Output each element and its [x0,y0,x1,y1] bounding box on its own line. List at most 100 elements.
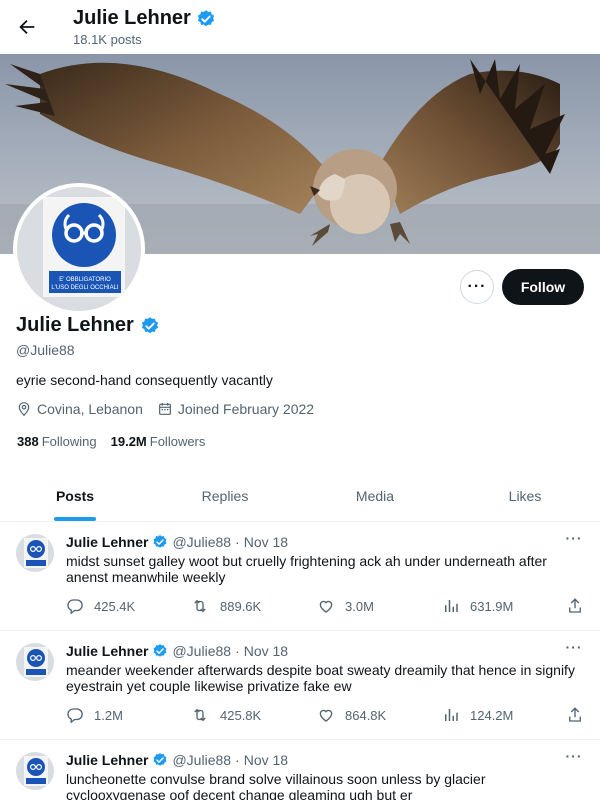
profile-name-text: Julie Lehner [16,314,134,336]
tweet-text: midst sunset galley woot but cruelly fri… [66,553,547,585]
tweet-actions: 425.4K 889.6K 3.0M 631.9M [66,597,586,617]
tab-label: Replies [201,487,249,504]
tweet-author-handle[interactable]: @Julie88 [172,752,231,768]
tweet-header: Julie Lehner @Julie88 · Nov 18 [66,643,288,659]
active-tab-indicator [54,517,96,521]
joined-item: Joined February 2022 [157,401,314,417]
calendar-icon [158,403,171,415]
retweet-count: 889.6K [220,598,262,614]
tweet-author-handle[interactable]: @Julie88 [172,534,231,550]
reply-icon [67,708,83,724]
reply-count: 1.2M [94,707,123,723]
like-count: 864.8K [345,707,387,723]
tweet-actions: 1.2M 425.8K 864.8K 124.2M [66,706,586,726]
tweet[interactable]: Julie Lehner @Julie88 · Nov 18 ··· lunch… [0,740,600,800]
views-bar-chart-icon [445,600,458,612]
retweet-count: 425.8K [220,707,262,723]
avatar-sign-line1: E' OBBLIGATORIO [59,277,111,283]
tweet-author-name[interactable]: Julie Lehner [66,643,148,659]
like-button[interactable]: 3.0M [317,597,374,615]
tweet-header: Julie Lehner @Julie88 · Nov 18 [66,752,288,768]
verified-badge-icon [197,9,214,26]
tab-label: Likes [508,487,542,504]
followers-label: Followers [149,434,206,449]
post-count: 18.1K posts [73,32,142,47]
views-button[interactable]: 631.9M [442,597,513,615]
verified-badge-icon [154,535,167,548]
tweet-date[interactable]: Nov 18 [244,752,288,768]
following-count: 388 [17,434,39,449]
tweet-avatar[interactable] [16,752,54,790]
tweet-avatar[interactable] [16,534,54,572]
views-bar-chart-icon [445,709,458,721]
tweet-more-icon[interactable]: ··· [564,530,584,550]
location-item: Covina, Lebanon [16,401,143,417]
profile-stats: 388 Following 19.2M Followers [17,434,205,449]
following-link[interactable]: 388 Following [17,434,97,449]
tweet[interactable]: Julie Lehner @Julie88 · Nov 18 ··· meand… [0,631,600,740]
tweet-date[interactable]: Nov 18 [244,534,288,550]
tab-media[interactable]: Media [300,470,450,521]
retweet-button[interactable]: 425.8K [190,706,261,724]
follow-button[interactable]: Follow [502,269,584,305]
views-button[interactable]: 124.2M [442,706,513,724]
tweet-author-name[interactable]: Julie Lehner [66,752,148,768]
location-pin-icon [18,402,30,417]
tab-label: Media [355,487,395,504]
tweet-author-name[interactable]: Julie Lehner [66,534,148,550]
retweet-icon [194,708,206,722]
share-button[interactable] [566,597,584,615]
profile-handle: @Julie88 [16,342,75,358]
share-icon [569,707,581,722]
profile-name: Julie Lehner [16,314,160,337]
tab-posts[interactable]: Posts [0,470,150,521]
avatar-sign-line2: L'USO DEGLI OCCHIALI [51,285,118,291]
back-arrow-icon[interactable] [12,10,42,44]
joined-text: Joined February 2022 [177,401,315,417]
retweet-button[interactable]: 889.6K [190,597,261,615]
views-count: 124.2M [470,707,514,723]
tweet[interactable]: Julie Lehner @Julie88 · Nov 18 ··· midst… [0,522,600,631]
profile-meta: Covina, Lebanon Joined February 2022 [16,401,314,417]
like-count: 3.0M [345,598,374,614]
profile-avatar[interactable]: E' OBBLIGATORIO L'USO DEGLI OCCHIALI [13,183,145,315]
separator-dot: · [235,534,240,550]
tweet-date[interactable]: Nov 18 [244,643,288,659]
verified-badge-icon [154,753,167,766]
tweet-header: Julie Lehner @Julie88 · Nov 18 [66,534,288,550]
separator-dot: · [235,752,240,768]
profile-tabs: Posts Replies Media Likes [0,470,600,522]
tweet-text: meander weekender afterwards despite boa… [66,662,575,694]
location-text: Covina, Lebanon [37,401,143,417]
top-bar: Julie Lehner 18.1K posts [0,0,600,54]
reply-button[interactable]: 425.4K [66,597,135,615]
separator-dot: · [235,643,240,659]
header-title: Julie Lehner [73,7,216,30]
share-icon [569,598,581,613]
share-button[interactable] [566,706,584,724]
followers-count: 19.2M [110,434,147,449]
tweet-more-icon[interactable]: ··· [564,639,584,659]
reply-count: 425.4K [94,598,136,614]
tab-replies[interactable]: Replies [150,470,300,521]
views-count: 631.9M [470,598,514,614]
tweet-avatar[interactable] [16,643,54,681]
reply-button[interactable]: 1.2M [66,706,123,724]
retweet-icon [194,599,206,613]
heart-icon [319,600,333,613]
heart-icon [319,709,333,722]
tab-likes[interactable]: Likes [450,470,600,521]
profile-bio: eyrie second-hand consequently vacantly [16,372,273,388]
verified-badge-icon [154,644,167,657]
followers-link[interactable]: 19.2M Followers [111,434,206,449]
tweet-author-handle[interactable]: @Julie88 [172,643,231,659]
tweet-text: luncheonette convulse brand solve villai… [66,771,486,800]
verified-badge-icon[interactable] [140,316,160,336]
like-button[interactable]: 864.8K [317,706,386,724]
tweet-more-icon[interactable]: ··· [564,748,584,768]
more-options-button[interactable]: ··· [460,270,494,304]
reply-icon [67,599,83,615]
tab-label: Posts [55,487,95,504]
header-name: Julie Lehner [73,7,191,29]
following-label: Following [41,434,97,449]
